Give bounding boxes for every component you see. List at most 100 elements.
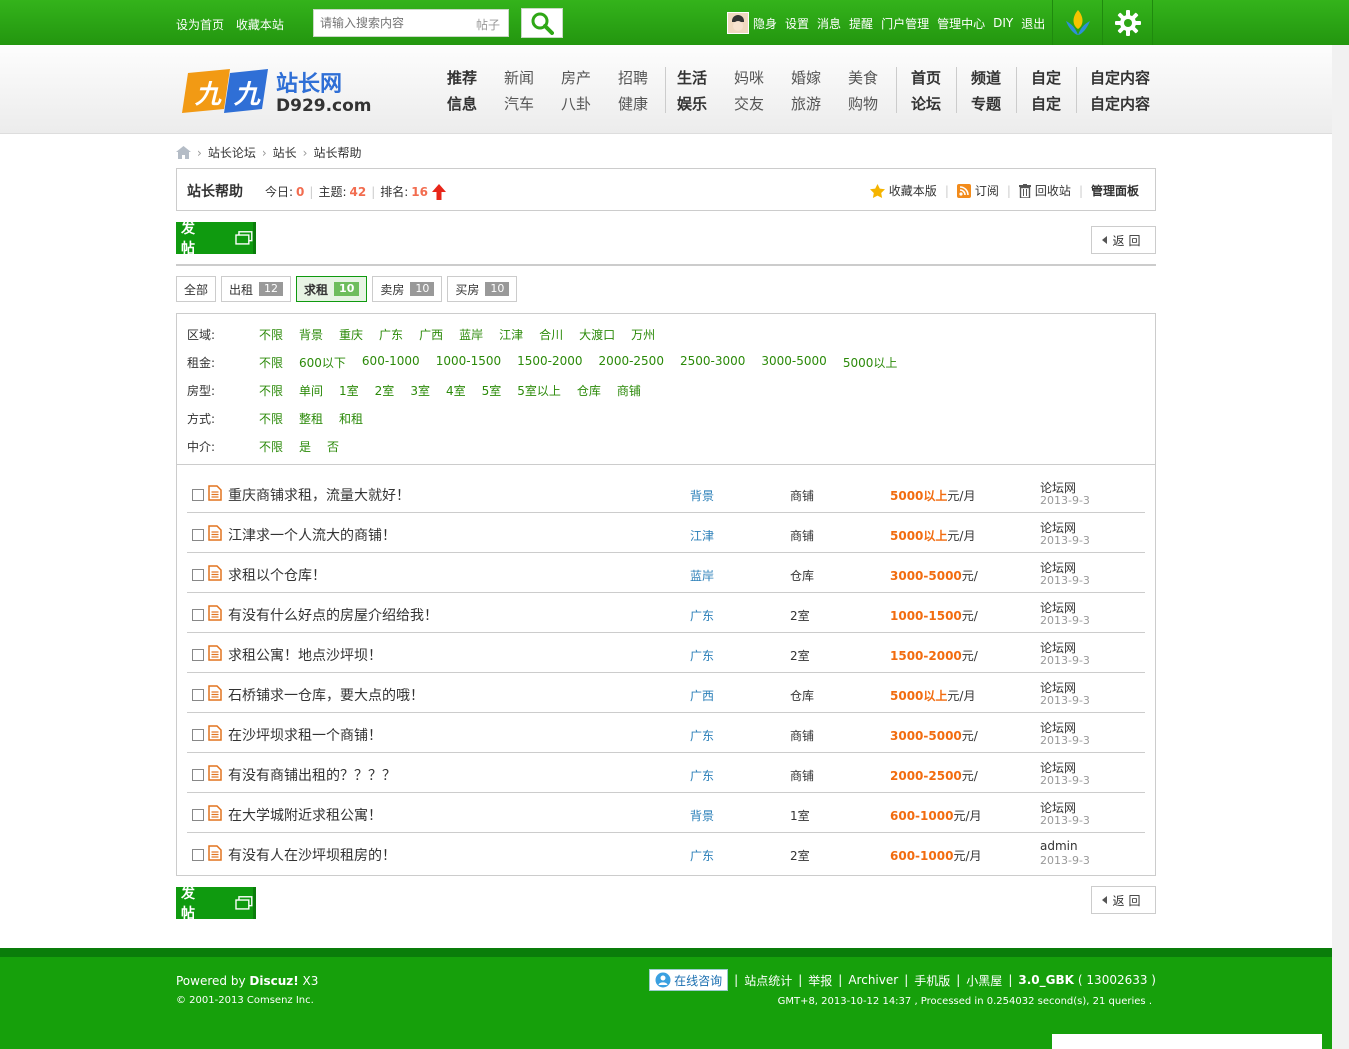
messages-link[interactable]: 消息 bbox=[817, 15, 841, 32]
online-consult-button[interactable]: 在线咨询 bbox=[649, 969, 729, 991]
diy-link[interactable]: DIY bbox=[993, 16, 1013, 30]
thread-area-link[interactable]: 江津 bbox=[690, 527, 714, 544]
nav-item[interactable]: 生活 bbox=[677, 67, 734, 88]
new-post-button-bottom[interactable]: 发 帖 bbox=[176, 886, 256, 922]
thread-area-link[interactable]: 广东 bbox=[690, 607, 714, 624]
nav-item[interactable]: 招聘 bbox=[618, 67, 675, 88]
discuz-link[interactable]: Discuz! bbox=[249, 974, 298, 988]
nav-item[interactable]: 专题 bbox=[971, 93, 1028, 114]
thread-subject-link[interactable]: 江津求一个人流大的商铺！ bbox=[228, 525, 396, 545]
search-input[interactable] bbox=[314, 10, 464, 36]
nav-item[interactable]: 信息 bbox=[447, 93, 504, 114]
filter-option[interactable]: 背景 bbox=[299, 326, 323, 343]
search-scope-select[interactable]: 帖子 bbox=[476, 16, 500, 33]
archiver-link[interactable]: Archiver bbox=[848, 973, 898, 987]
nav-item[interactable]: 妈咪 bbox=[734, 67, 791, 88]
thread-subject-link[interactable]: 有没有商铺出租的？？？？ bbox=[228, 765, 396, 785]
favorite-forum-button[interactable]: 收藏本版 bbox=[869, 182, 937, 199]
thread-checkbox[interactable] bbox=[192, 529, 204, 541]
bookmark-site-link[interactable]: 收藏本站 bbox=[236, 18, 284, 32]
thread-area-link[interactable]: 背景 bbox=[690, 487, 714, 504]
filter-option[interactable]: 3000-5000 bbox=[761, 354, 826, 371]
thread-checkbox[interactable] bbox=[192, 609, 204, 621]
mobile-link[interactable]: 手机版 bbox=[914, 972, 950, 989]
tab-rent-out[interactable]: 出租 12 bbox=[221, 276, 292, 302]
nav-item[interactable]: 房产 bbox=[561, 67, 618, 88]
logout-link[interactable]: 退出 bbox=[1021, 15, 1045, 32]
invisible-link[interactable]: 隐身 bbox=[753, 15, 777, 32]
thread-checkbox[interactable] bbox=[192, 569, 204, 581]
admin-panel-button[interactable]: 管理面板 bbox=[1091, 182, 1139, 199]
filter-option[interactable]: 否 bbox=[327, 438, 339, 455]
nav-item[interactable]: 健康 bbox=[618, 93, 675, 114]
filter-option[interactable]: 3室 bbox=[410, 382, 430, 399]
set-homepage-link[interactable]: 设为首页 bbox=[176, 18, 224, 32]
filter-option[interactable]: 蓝岸 bbox=[459, 326, 483, 343]
search-button[interactable] bbox=[521, 8, 563, 38]
filter-option[interactable]: 大渡口 bbox=[579, 326, 615, 343]
subscribe-button[interactable]: 订阅 bbox=[956, 182, 999, 199]
avatar[interactable] bbox=[727, 12, 749, 34]
filter-option[interactable]: 是 bbox=[299, 438, 311, 455]
thread-checkbox[interactable] bbox=[192, 769, 204, 781]
thread-checkbox[interactable] bbox=[192, 729, 204, 741]
thread-area-link[interactable]: 背景 bbox=[690, 807, 714, 824]
thread-checkbox[interactable] bbox=[192, 489, 204, 501]
thread-author-link[interactable]: admin bbox=[1040, 839, 1078, 853]
thread-checkbox[interactable] bbox=[192, 649, 204, 661]
filter-option[interactable]: 5室以上 bbox=[517, 382, 561, 399]
filter-option[interactable]: 整租 bbox=[299, 410, 323, 427]
report-link[interactable]: 举报 bbox=[808, 972, 832, 989]
nav-item[interactable]: 婚嫁 bbox=[791, 67, 848, 88]
tab-seek-rent[interactable]: 求租 10 bbox=[296, 276, 368, 302]
thread-area-link[interactable]: 广东 bbox=[690, 727, 714, 744]
settings-button[interactable] bbox=[1102, 0, 1152, 45]
nav-item[interactable]: 汽车 bbox=[504, 93, 561, 114]
filter-option[interactable]: 仓库 bbox=[577, 382, 601, 399]
site-logo[interactable]: 九 九 站长网 D929.com bbox=[182, 65, 372, 117]
filter-option[interactable]: 1500-2000 bbox=[517, 354, 582, 371]
nav-item[interactable]: 旅游 bbox=[791, 93, 848, 114]
filter-option[interactable]: 5室 bbox=[482, 382, 502, 399]
nav-item[interactable]: 八卦 bbox=[561, 93, 618, 114]
breadcrumb-item[interactable]: 站长论坛 bbox=[208, 144, 256, 161]
filter-option[interactable]: 2000-2500 bbox=[599, 354, 664, 371]
filter-option[interactable]: 不限 bbox=[259, 354, 283, 371]
filter-option[interactable]: 600-1000 bbox=[362, 354, 420, 371]
nav-item[interactable]: 自定内容 bbox=[1090, 67, 1170, 88]
thread-subject-link[interactable]: 有没有什么好点的房屋介绍给我！ bbox=[228, 605, 438, 625]
filter-option[interactable]: 广东 bbox=[379, 326, 403, 343]
filter-option[interactable]: 不限 bbox=[259, 410, 283, 427]
filter-option[interactable]: 万州 bbox=[631, 326, 655, 343]
nav-item[interactable]: 推荐 bbox=[447, 67, 504, 88]
thread-subject-link[interactable]: 求租公寓！地点沙坪坝！ bbox=[228, 645, 382, 665]
thread-area-link[interactable]: 广东 bbox=[690, 847, 714, 864]
recycle-bin-button[interactable]: 回收站 bbox=[1018, 182, 1071, 199]
app-switcher[interactable] bbox=[1052, 0, 1102, 45]
tab-sell-house[interactable]: 卖房 10 bbox=[372, 276, 443, 302]
blacklist-link[interactable]: 小黑屋 bbox=[966, 972, 1002, 989]
nav-item[interactable]: 自定 bbox=[1031, 67, 1088, 88]
filter-option[interactable]: 1室 bbox=[339, 382, 359, 399]
filter-option[interactable]: 不限 bbox=[259, 326, 283, 343]
breadcrumb-item[interactable]: 站长帮助 bbox=[313, 144, 361, 161]
filter-option[interactable]: 5000以上 bbox=[843, 354, 898, 371]
filter-option[interactable]: 单间 bbox=[299, 382, 323, 399]
filter-option[interactable]: 和租 bbox=[339, 410, 363, 427]
thread-area-link[interactable]: 广西 bbox=[690, 687, 714, 704]
settings-link[interactable]: 设置 bbox=[785, 15, 809, 32]
thread-subject-link[interactable]: 石桥铺求一仓库，要大点的哦！ bbox=[228, 685, 424, 705]
thread-checkbox[interactable] bbox=[192, 849, 204, 861]
site-stats-link[interactable]: 站点统计 bbox=[744, 972, 792, 989]
thread-subject-link[interactable]: 在沙坪坝求租一个商铺！ bbox=[228, 725, 382, 745]
thread-area-link[interactable]: 广东 bbox=[690, 767, 714, 784]
thread-checkbox[interactable] bbox=[192, 809, 204, 821]
thread-area-link[interactable]: 蓝岸 bbox=[690, 567, 714, 584]
filter-option[interactable]: 不限 bbox=[259, 382, 283, 399]
filter-option[interactable]: 600以下 bbox=[299, 354, 346, 371]
back-button-bottom[interactable]: 返回 bbox=[1091, 886, 1156, 914]
filter-option[interactable]: 2500-3000 bbox=[680, 354, 745, 371]
filter-option[interactable]: 江津 bbox=[499, 326, 523, 343]
scrollbar[interactable] bbox=[1332, 45, 1349, 1049]
nav-item[interactable]: 自定内容 bbox=[1090, 93, 1170, 114]
